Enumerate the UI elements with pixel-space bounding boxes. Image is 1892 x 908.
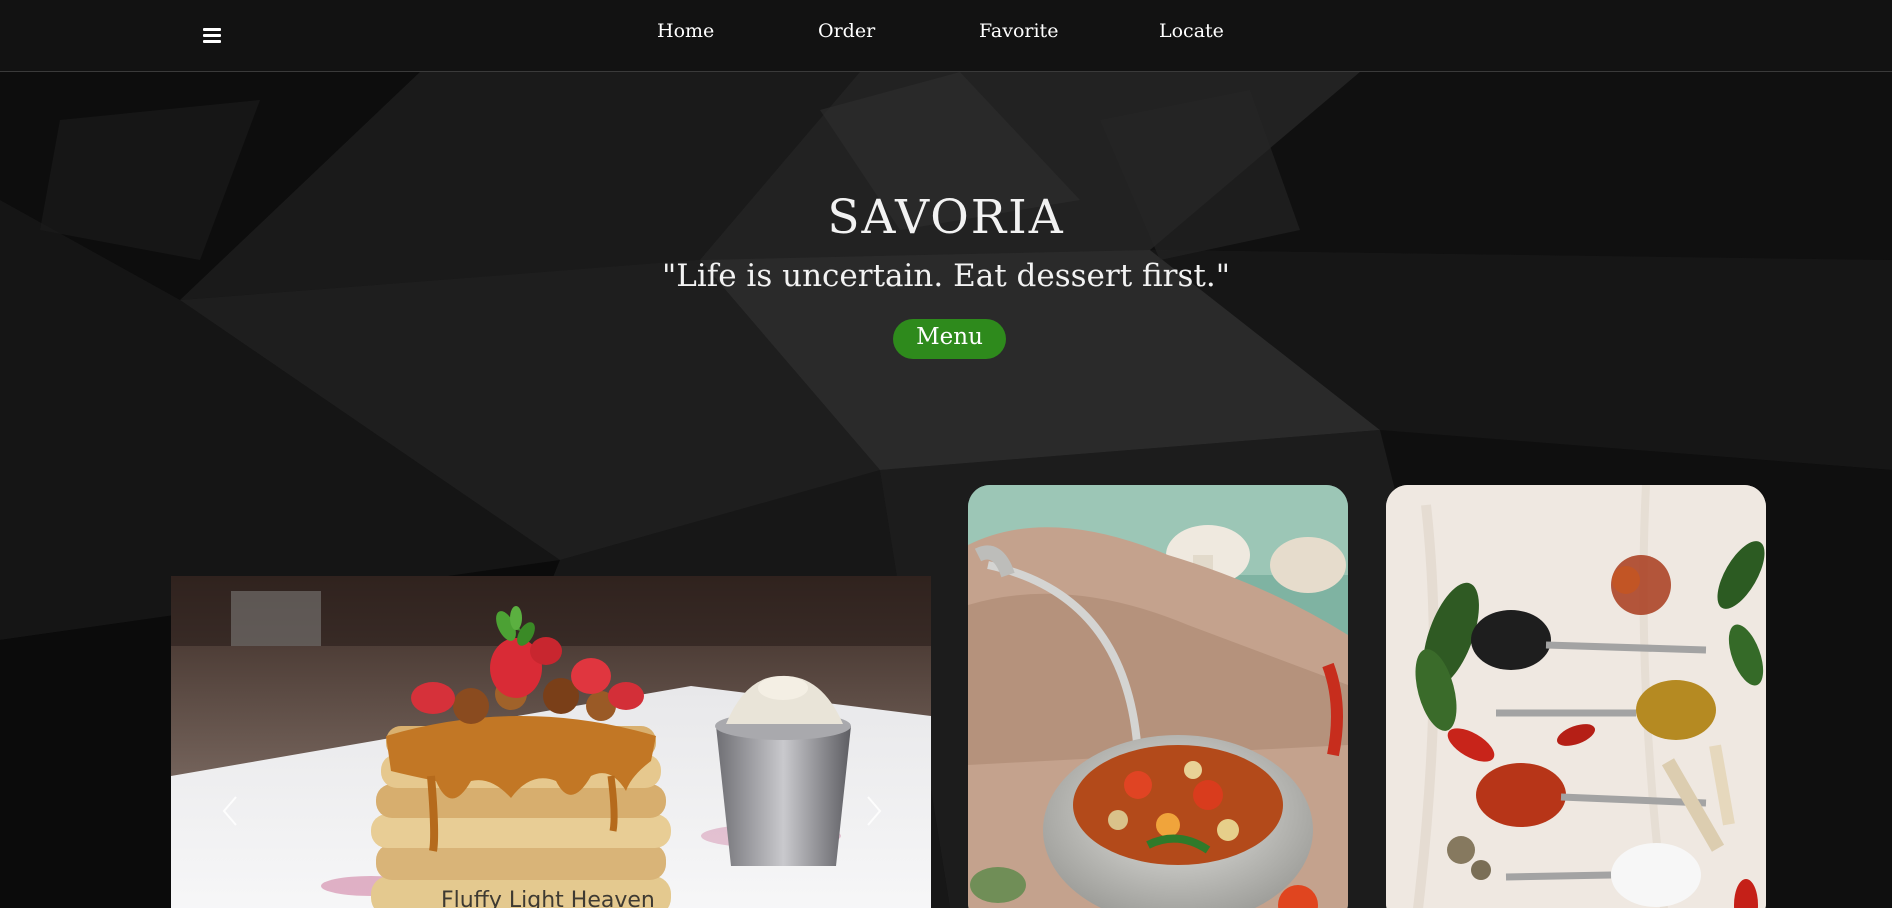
hero-title: SAVORIA	[827, 190, 1065, 245]
menu-button[interactable]: Menu	[893, 319, 1006, 359]
nav-link-home[interactable]: Home	[657, 20, 714, 42]
hero-quote: "Life is uncertain. Eat dessert first."	[662, 258, 1230, 294]
nav-link-order[interactable]: Order	[818, 20, 875, 42]
page: Home Order Favorite Locate SAVORIA "Life…	[0, 0, 1892, 908]
vegetable-soup-photo	[968, 485, 1348, 908]
top-navbar: Home Order Favorite Locate	[0, 0, 1892, 72]
pancake-stack-photo	[171, 576, 931, 908]
chevron-right-icon[interactable]	[858, 791, 888, 831]
hamburger-icon[interactable]	[203, 28, 223, 46]
chevron-left-icon[interactable]	[216, 791, 246, 831]
food-card-soup[interactable]	[968, 485, 1348, 908]
spice-spoons-photo	[1386, 485, 1766, 908]
carousel-caption: Fluffy Light Heaven	[441, 888, 655, 908]
food-card-spices[interactable]	[1386, 485, 1766, 908]
nav-link-favorite[interactable]: Favorite	[979, 20, 1058, 42]
nav-link-locate[interactable]: Locate	[1159, 20, 1224, 42]
image-carousel: Fluffy Light Heaven	[171, 576, 931, 908]
